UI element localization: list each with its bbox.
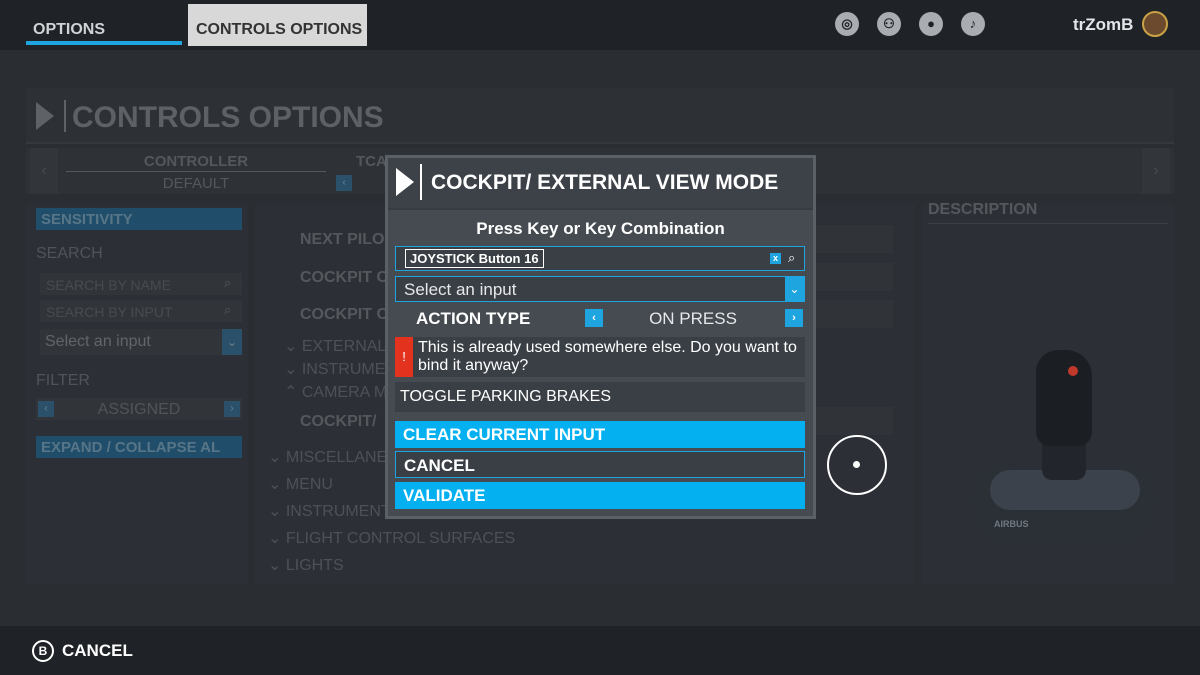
joystick-grip [1036,350,1092,446]
chevron-left-icon[interactable]: ‹ [38,401,54,417]
search-by-name-input[interactable]: SEARCH BY NAME [40,273,242,295]
category-external[interactable]: ⌄ EXTERNAL [284,336,386,356]
expand-collapse-button[interactable]: EXPAND / COLLAPSE AL [36,436,242,458]
category-instrument[interactable]: ⌄ INSTRUME [284,359,385,379]
tab-controls-options[interactable]: CONTROLS OPTIONS [188,4,367,46]
notifications-icon[interactable]: ♪ [961,12,985,36]
warning-message: This is already used somewhere else. Do … [418,339,797,374]
title-separator [420,164,422,200]
chevron-right-icon [36,102,54,130]
description-label: DESCRIPTION [928,201,1038,218]
binding-item[interactable]: COCKPIT C [300,306,388,324]
bottom-bar [0,626,1200,675]
sensitivity-button[interactable]: SENSITIVITY [36,208,242,230]
profile-icon[interactable]: ● [919,12,943,36]
broadcast-icon[interactable]: ◎ [835,12,859,36]
cursor-dot [853,461,860,468]
category-camera[interactable]: ⌃ CAMERA M [284,382,387,402]
controller-label: CONTROLLER [143,153,249,170]
search-icon[interactable]: ⌕ [788,250,795,266]
binding-slot[interactable] [815,300,893,328]
binding-item[interactable]: COCKPIT C [300,269,388,287]
close-icon[interactable]: x [770,253,781,264]
binding-slot[interactable] [815,225,893,253]
chevron-left-icon[interactable]: ‹ [30,148,58,194]
validate-button[interactable]: VALIDATE [395,482,805,509]
bottom-cancel-button[interactable]: CANCEL [62,641,133,661]
clear-current-input-button[interactable]: CLEAR CURRENT INPUT [395,421,805,448]
category-flight-control-surfaces[interactable]: ⌄ FLIGHT CONTROL SURFACES [268,528,515,548]
binding-slot[interactable] [815,407,893,435]
chevron-down-icon[interactable]: ⌄ [222,329,242,355]
binding-item[interactable]: NEXT PILO [300,231,384,249]
tab-options-underline [26,41,182,45]
key-input-value: JOYSTICK Button 16 [405,249,544,268]
page-title: CONTROLS OPTIONS [72,101,384,134]
dialog-title: COCKPIT/ EXTERNAL VIEW MODE [431,171,779,194]
tab-options[interactable]: OPTIONS [26,4,182,46]
filter-value: ASSIGNED [97,401,181,418]
action-type-value: ON PRESS [649,309,737,328]
search-by-input-field[interactable]: SEARCH BY INPUT [40,300,242,322]
select-input-dropdown[interactable]: Select an input [40,329,242,355]
device-label[interactable]: TCA [356,153,387,170]
divider [66,171,326,172]
joystick-button [1068,366,1078,376]
warning-icon: ! [395,337,413,377]
filter-header: FILTER [36,372,90,389]
category-lights[interactable]: ⌄ LIGHTS [268,555,344,575]
friends-icon[interactable]: ⚇ [877,12,901,36]
action-type-label: ACTION TYPE [416,309,531,328]
category-miscellaneous[interactable]: ⌄ MISCELLANE [268,447,387,467]
chevron-right-icon[interactable]: › [785,309,803,327]
dialog-prompt: Press Key or Key Combination [476,219,725,238]
chevron-left-icon[interactable]: ‹ [585,309,603,327]
avatar[interactable] [1142,11,1168,37]
category-menu[interactable]: ⌄ MENU [268,474,333,494]
search-icon: ⌕ [224,302,232,317]
b-button-icon: B [32,640,54,662]
chevron-right-icon[interactable]: › [1142,148,1170,194]
divider [928,223,1168,224]
username: trZomB [1073,15,1134,34]
conflicting-binding: TOGGLE PARKING BRAKES [395,382,805,412]
chevron-left-icon[interactable]: ‹ [336,175,352,191]
search-header: SEARCH [36,245,103,262]
chevron-right-icon [396,168,414,196]
binding-slot[interactable] [815,263,893,291]
cancel-button[interactable]: CANCEL [395,451,805,478]
select-input-dropdown[interactable]: Select an input [395,276,805,302]
chevron-right-icon[interactable]: › [224,401,240,417]
controller-value[interactable]: DEFAULT [66,175,326,192]
category-instrument-2[interactable]: ⌄ INSTRUMENT [268,501,391,521]
title-separator [64,100,66,132]
device-brand: AIRBUS [994,519,1029,529]
binding-item[interactable]: COCKPIT/ [300,413,376,431]
search-icon: ⌕ [224,275,232,290]
chevron-down-icon[interactable]: ⌄ [785,277,804,301]
